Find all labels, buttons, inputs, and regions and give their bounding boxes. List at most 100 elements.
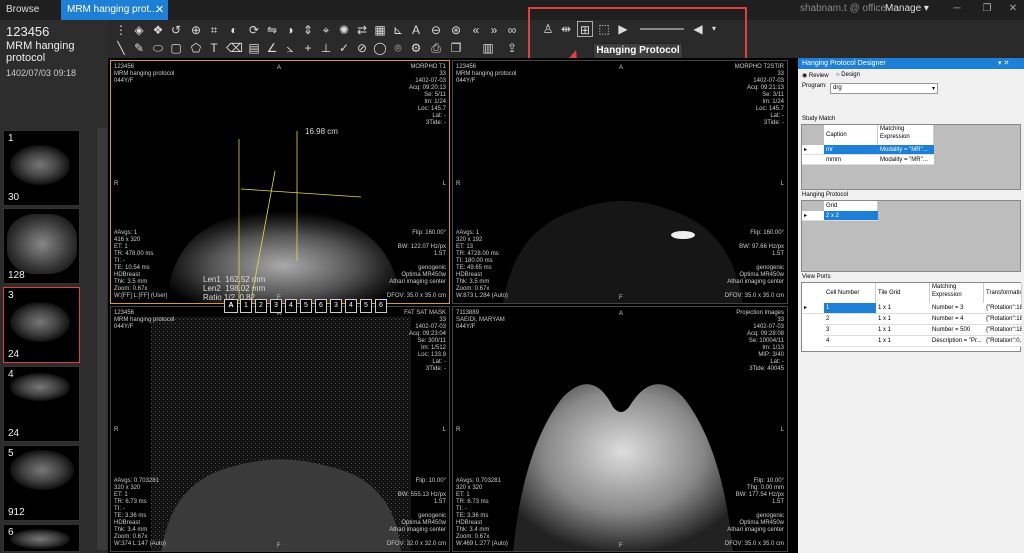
check-icon[interactable]: ✓	[336, 40, 352, 56]
frame-nav-button[interactable]: 6	[315, 299, 327, 313]
series-thumbnail[interactable]: 5 912	[3, 445, 80, 521]
transformation[interactable]: {"Rotation":18	[984, 325, 1022, 336]
tab-mrm-hanging-protocol[interactable]: MRM hanging prot...	[61, 0, 168, 20]
pen-tool-icon[interactable]: ✎	[131, 40, 147, 56]
viewport-4[interactable]: 7113889 SAEIDI, MARYAM 044Y/F Projection…	[452, 306, 788, 552]
text-annotation-icon[interactable]: T	[206, 40, 222, 56]
tile-grid[interactable]: 1 x 1	[876, 314, 930, 325]
minimize-icon[interactable]: ─	[950, 2, 964, 16]
tile-grid[interactable]: 1 x 1	[876, 336, 930, 347]
hatch-icon[interactable]: ▤	[246, 40, 262, 56]
viewport-3[interactable]: 123456 MRM hanging protocol 044Y/F FAT S…	[110, 306, 450, 552]
matching-expression[interactable]: Number = 4	[930, 314, 984, 325]
film-icon[interactable]: ▥	[480, 40, 496, 56]
program-select[interactable]: drg ▾	[830, 83, 938, 94]
design-radio[interactable]: ○ Design	[836, 72, 860, 78]
frame-nav-a[interactable]: A	[224, 299, 238, 313]
viewport-2[interactable]: 123456 MRM hanging protocol 044Y/F MORPH…	[452, 60, 788, 304]
manage-menu[interactable]: Manage ▾	[885, 3, 929, 14]
tile-grid[interactable]: 1 x 1	[876, 325, 930, 336]
fast-forward-icon[interactable]: »	[486, 22, 502, 38]
crosshair-icon[interactable]: +	[300, 40, 316, 56]
tab-close-icon[interactable]: ✕	[155, 0, 167, 20]
thumbnail-scrollbar[interactable]	[97, 128, 107, 550]
stack-icon[interactable]: ❖	[150, 22, 166, 38]
copy-icon[interactable]: ❐	[448, 40, 464, 56]
orientation-right: L	[442, 427, 446, 433]
image-count: 128	[8, 270, 25, 281]
matching-expression[interactable]: Number = 500	[930, 325, 984, 336]
eraser-icon[interactable]: ⌫	[226, 40, 243, 56]
transformation[interactable]: {"Rotation":0,	[984, 336, 1022, 347]
viewport-1[interactable]: 123456 MRM hanging protocol 044Y/F MORPH…	[110, 60, 450, 304]
rectangle-tool-icon[interactable]: ▢	[168, 40, 184, 56]
cobb-angle-icon[interactable]: ⦣	[282, 40, 298, 56]
frame-nav-button[interactable]: 4	[345, 299, 357, 313]
previous-icon[interactable]: ⊖	[428, 22, 444, 38]
cell-number[interactable]: 2	[824, 314, 876, 325]
pin-icon[interactable]: ⌾	[390, 40, 406, 56]
grid-cell[interactable]: 2 x 2	[824, 211, 878, 221]
print-icon[interactable]: ⎙	[428, 40, 444, 56]
tab-browse-exam[interactable]: Browse Exam	[0, 0, 60, 35]
series-thumbnail[interactable]: 4 24	[3, 366, 80, 442]
key-image-icon[interactable]: ⊘	[354, 40, 370, 56]
viewport-device-info: Flip: 160.00° BW: 122.07 Hz/px 1.5T geno…	[386, 230, 446, 299]
zoom-in-icon[interactable]: ⊕	[188, 22, 204, 38]
grid-dots-icon[interactable]: ⋮	[113, 22, 129, 38]
scroll-icon[interactable]: ⇕	[300, 22, 316, 38]
cell-number[interactable]: 1	[824, 303, 876, 314]
matching-expression[interactable]: Description = "Pr...	[930, 336, 984, 347]
polygon-tool-icon[interactable]: ⬠	[188, 40, 204, 56]
line-tool-icon[interactable]: ╲	[113, 40, 129, 56]
settings-icon[interactable]: ⚙	[408, 40, 424, 56]
transformation[interactable]: {"Rotation":18	[984, 303, 1022, 314]
study-caption-cell[interactable]: mmm	[824, 155, 878, 165]
frame-nav-button[interactable]: 5	[360, 299, 372, 313]
study-expression-cell[interactable]: Modality = "MR"...	[878, 155, 934, 165]
review-radio[interactable]: ◉ Review	[802, 72, 829, 79]
cell-number[interactable]: 3	[824, 325, 876, 336]
maximize-icon[interactable]: ❐	[980, 2, 994, 16]
palette-icon[interactable]: ✺	[336, 22, 352, 38]
link-icon[interactable]: ∞	[504, 22, 520, 38]
angle-tool-icon[interactable]: ∠	[264, 40, 280, 56]
export-icon[interactable]: ⇪	[504, 40, 520, 56]
undo-icon[interactable]: ↺	[168, 22, 184, 38]
window-level-icon[interactable]: ◐	[226, 22, 242, 38]
frame-nav-button[interactable]: 2	[255, 299, 267, 313]
series-thumbnail[interactable]: 3 24	[3, 287, 80, 363]
ruler-icon[interactable]: ⊾	[390, 22, 406, 38]
frame-nav-button[interactable]: 4	[285, 299, 297, 313]
frame-nav-button[interactable]: 5	[300, 299, 312, 313]
invert-icon[interactable]: ◑	[282, 22, 298, 38]
study-caption-cell[interactable]: mr	[824, 145, 878, 155]
frame-nav-button[interactable]: 6	[375, 299, 387, 313]
layout-icon[interactable]: ▦	[372, 22, 388, 38]
layers-icon[interactable]: ◈	[131, 22, 147, 38]
transformation[interactable]: {"Rotation":18	[984, 314, 1022, 325]
rotate-icon[interactable]: ⟳	[246, 22, 262, 38]
frame-nav-button[interactable]: 3	[270, 299, 282, 313]
close-window-icon[interactable]: ✕	[1006, 2, 1020, 16]
cell-number[interactable]: 4	[824, 336, 876, 347]
matching-expression[interactable]: Number = 3	[930, 303, 984, 314]
frame-nav-button[interactable]: 1	[240, 299, 252, 313]
next-icon[interactable]: ⊛	[448, 22, 464, 38]
rewind-icon[interactable]: «	[468, 22, 484, 38]
text-tool-icon[interactable]: A	[408, 22, 424, 38]
localizer-icon[interactable]: ⌖	[318, 22, 334, 38]
series-thumbnail[interactable]: 6	[3, 524, 80, 552]
frame-nav-button[interactable]: 3	[330, 299, 342, 313]
calibrate-icon[interactable]: ⊥	[318, 40, 334, 56]
series-thumbnail[interactable]: 128	[3, 208, 80, 284]
tile-grid[interactable]: 1 x 1	[876, 303, 930, 314]
ellipse-tool-icon[interactable]: ⬭	[150, 40, 166, 56]
study-expression-cell[interactable]: Modality = "MR"...	[878, 145, 934, 155]
series-thumbnail[interactable]: 1 30	[3, 130, 80, 206]
crop-icon[interactable]: ⌗	[206, 22, 222, 38]
flip-icon[interactable]: ⇋	[264, 22, 280, 38]
comment-icon[interactable]: ◯	[372, 40, 388, 56]
panel-pin-close-icon[interactable]: ▾ ✕	[998, 59, 1009, 67]
sync-icon[interactable]: ⇄	[354, 22, 370, 38]
